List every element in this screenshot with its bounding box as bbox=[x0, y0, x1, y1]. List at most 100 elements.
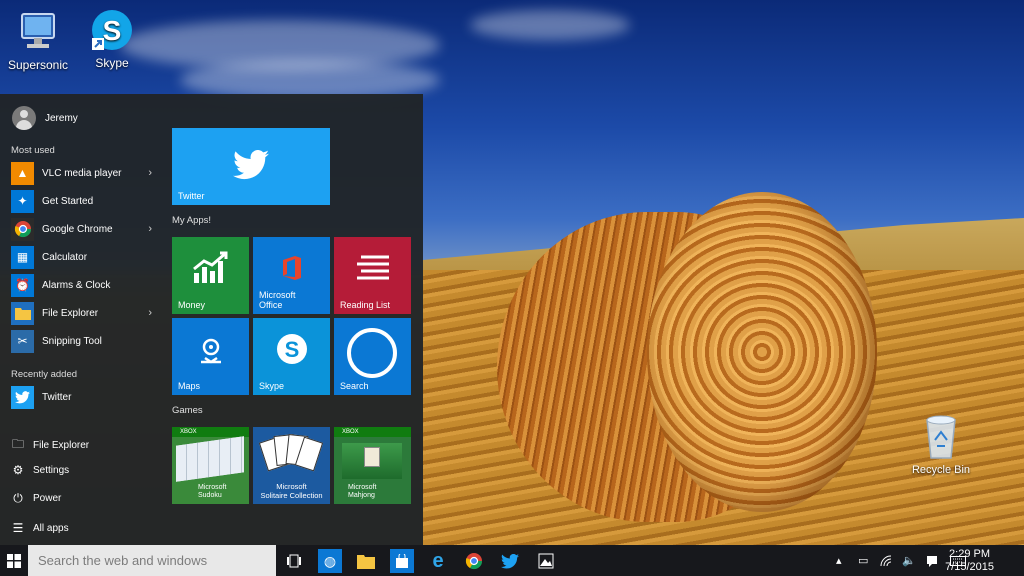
xbox-badge: XBOX bbox=[172, 427, 249, 437]
most-used-heading: Most used bbox=[11, 145, 55, 156]
app-get-started[interactable]: ✦ Get Started bbox=[11, 188, 156, 214]
chevron-right-icon[interactable]: › bbox=[148, 167, 152, 179]
desktop-icon-label: Skype bbox=[95, 56, 129, 70]
app-snipping-tool[interactable]: ✂ Snipping Tool bbox=[11, 328, 156, 354]
tile-label-line1: Microsoft bbox=[259, 290, 296, 300]
maps-icon bbox=[199, 338, 223, 368]
user-account[interactable]: Jeremy bbox=[12, 106, 78, 130]
tile-microsoft-office[interactable]: Microsoft Office bbox=[253, 237, 330, 314]
clock-date: 7/15/2015 bbox=[945, 561, 994, 573]
alarm-clock-icon: ⏰ bbox=[11, 273, 34, 297]
skype-icon: S bbox=[90, 8, 134, 52]
desktop-icon-skype[interactable]: S Skype bbox=[75, 8, 149, 70]
tile-label: Reading List bbox=[340, 300, 391, 310]
windows-logo-icon bbox=[7, 553, 21, 568]
app-label: Get Started bbox=[42, 195, 94, 207]
office-icon bbox=[281, 255, 303, 283]
app-twitter[interactable]: Twitter bbox=[11, 384, 156, 410]
power-icon: ⏻ bbox=[13, 491, 23, 505]
search-box[interactable]: Search the web and windows bbox=[28, 545, 276, 576]
start-all-apps[interactable]: ☰ All apps bbox=[11, 521, 69, 535]
tile-label: Maps bbox=[178, 381, 201, 391]
app-calculator[interactable]: ▦ Calculator bbox=[11, 244, 156, 270]
tablet-icon[interactable]: ▭ bbox=[858, 545, 868, 576]
photos-icon[interactable] bbox=[534, 549, 558, 573]
chrome-icon[interactable] bbox=[462, 549, 486, 573]
folder-icon bbox=[11, 301, 34, 325]
recently-added-heading: Recently added bbox=[11, 369, 78, 380]
tile-label-line1: Microsoft bbox=[276, 482, 307, 491]
tile-label-line2: Office bbox=[259, 300, 283, 310]
cortana-icon bbox=[347, 328, 397, 378]
taskbar: Search the web and windows ◍ e ▴ ▭ 🔈 2:2… bbox=[0, 545, 1024, 576]
desktop-icon-supersonic[interactable]: Supersonic bbox=[1, 10, 75, 72]
tile-sudoku[interactable]: XBOX Microsoft Sudoku bbox=[172, 427, 249, 504]
start-settings[interactable]: ⚙ Settings bbox=[11, 463, 70, 477]
start-button[interactable] bbox=[0, 545, 28, 576]
user-name: Jeremy bbox=[45, 112, 78, 124]
chevron-up-icon: ▴ bbox=[836, 555, 842, 567]
app-vlc[interactable]: ▲ VLC media player › bbox=[11, 160, 156, 186]
app-file-explorer[interactable]: File Explorer › bbox=[11, 300, 156, 326]
lightbulb-icon: ✦ bbox=[11, 189, 34, 213]
network-icon[interactable] bbox=[880, 545, 892, 576]
computer-icon bbox=[16, 10, 60, 54]
store-icon[interactable] bbox=[390, 549, 414, 573]
games-heading: Games bbox=[172, 405, 203, 416]
tile-maps[interactable]: Maps bbox=[172, 318, 249, 395]
cloud bbox=[470, 10, 630, 40]
tile-label: Search bbox=[340, 381, 369, 391]
start-file-explorer[interactable]: 🗀 File Explorer bbox=[11, 435, 89, 456]
app-label: Calculator bbox=[42, 251, 88, 263]
chevron-right-icon[interactable]: › bbox=[148, 307, 152, 319]
tile-reading-list[interactable]: Reading List bbox=[334, 237, 411, 314]
tile-mahjong[interactable]: XBOX Microsoft Mahjong bbox=[334, 427, 411, 504]
chrome-icon bbox=[11, 217, 34, 241]
tile-skype[interactable]: S Skype bbox=[253, 318, 330, 395]
sys-label: File Explorer bbox=[33, 440, 90, 451]
chevron-right-icon[interactable]: › bbox=[148, 223, 152, 235]
tile-money[interactable]: Money bbox=[172, 237, 249, 314]
app-label: File Explorer bbox=[42, 307, 99, 319]
recycle-bin-icon bbox=[921, 414, 961, 460]
tile-label: Money bbox=[178, 300, 206, 310]
reading-list-icon bbox=[355, 255, 391, 285]
sudoku-icon bbox=[176, 436, 244, 482]
show-hidden-icons[interactable]: ▴ bbox=[836, 545, 842, 576]
vlc-icon: ▲ bbox=[11, 161, 34, 185]
volume-icon[interactable]: 🔈 bbox=[902, 545, 916, 576]
globe-icon[interactable]: ◍ bbox=[318, 549, 342, 573]
list-icon: ☰ bbox=[12, 521, 24, 535]
svg-text:S: S bbox=[285, 337, 300, 362]
twitter-icon[interactable] bbox=[498, 549, 522, 573]
xbox-badge: XBOX bbox=[334, 427, 411, 437]
folder-icon[interactable] bbox=[354, 549, 378, 573]
task-view-icon[interactable] bbox=[282, 549, 306, 573]
recycle-bin-label: Recycle Bin bbox=[911, 464, 971, 476]
tile-solitaire[interactable]: Microsoft Solitaire Collection bbox=[253, 427, 330, 504]
tile-twitter[interactable]: Twitter bbox=[172, 128, 330, 205]
my-apps-heading: My Apps! bbox=[172, 215, 212, 226]
tile-label-line1: Microsoft bbox=[198, 484, 227, 491]
clock-time: 2:29 PM bbox=[949, 548, 991, 560]
desktop-icon-recycle-bin[interactable]: Recycle Bin bbox=[906, 414, 976, 476]
ie-icon[interactable]: e bbox=[426, 549, 450, 573]
clock[interactable]: 2:29 PM 7/15/2015 bbox=[945, 548, 994, 574]
folder-icon: 🗀 bbox=[11, 437, 24, 451]
action-center-icon[interactable] bbox=[926, 545, 938, 576]
app-label: Google Chrome bbox=[42, 223, 113, 235]
app-alarms-clock[interactable]: ⏰ Alarms & Clock bbox=[11, 272, 156, 298]
app-label: Snipping Tool bbox=[42, 335, 102, 347]
sys-label: Settings bbox=[33, 464, 70, 476]
mahjong-icon bbox=[342, 443, 402, 479]
chart-icon bbox=[192, 251, 230, 287]
tile-search[interactable]: Search bbox=[334, 318, 411, 395]
tile-label-line2: Sudoku bbox=[198, 492, 222, 499]
skype-icon: S bbox=[275, 332, 309, 368]
desktop-icon-label: Supersonic bbox=[7, 58, 69, 72]
start-power[interactable]: ⏻ Power bbox=[11, 491, 61, 506]
cards-icon bbox=[258, 433, 324, 481]
tile-label-line2: Mahjong bbox=[348, 492, 375, 499]
app-google-chrome[interactable]: Google Chrome › bbox=[11, 216, 156, 242]
hay-bale bbox=[497, 192, 877, 537]
